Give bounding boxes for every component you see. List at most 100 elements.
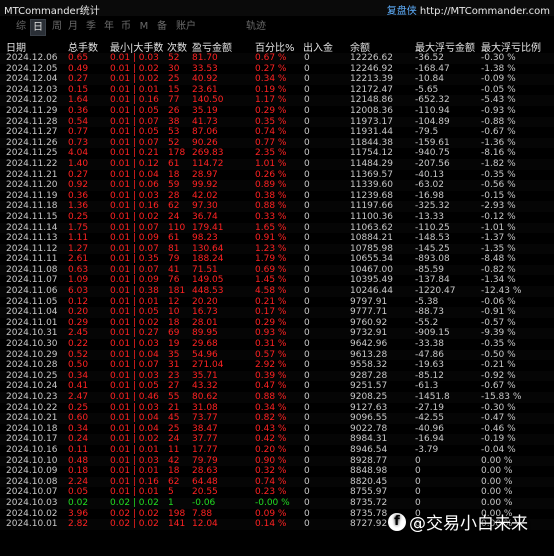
table-row[interactable]: 2024.11.22 1.40 0.01 | 0.12 61 114.72 1.01 % 0… <box>0 158 554 170</box>
table-row[interactable]: 2024.12.05 0.49 0.01 | 0.02 30 33.53 0.27 % 0 1… <box>0 64 554 75</box>
cell-lots: 0.73 <box>68 137 89 148</box>
table-row[interactable]: 2024.12.03 0.15 0.01 | 0.01 15 23.61 0.19 % 0 1… <box>0 85 554 96</box>
tab-trajectory[interactable]: 轨迹 <box>244 19 268 34</box>
table-row[interactable]: 2024.11.27 0.77 0.01 | 0.05 53 87.06 0.74 % 0 1… <box>0 127 554 138</box>
table-row[interactable]: 2024.11.20 0.92 0.01 | 0.06 59 99.92 0.89 % 0 1… <box>0 180 554 191</box>
cell-mm: 0.01 | 0.02 <box>110 317 159 328</box>
cell-cnt: 10 <box>168 307 180 318</box>
cell-cnt: 5 <box>168 487 174 498</box>
cell-pl: 12.04 <box>192 519 218 530</box>
col-date[interactable]: 日期 <box>6 39 26 54</box>
table-row[interactable]: 2024.11.21 0.27 0.01 | 0.04 18 28.97 0.26 % 0 1… <box>0 170 554 181</box>
table-row[interactable]: 2024.10.08 2.24 0.01 | 0.16 62 64.48 0.74 % 0 8… <box>0 476 554 488</box>
brand-link[interactable]: 复盘侠 http://MTCommander.com <box>387 2 550 17</box>
col-min-max-lots[interactable]: 最小|大手数 <box>110 39 163 54</box>
table-row[interactable]: 2024.10.28 0.50 0.01 | 0.07 31 271.04 2.92 % 0… <box>0 360 554 371</box>
cell-pct: 0.20 % <box>255 444 287 455</box>
cell-dep: 0 <box>304 243 310 254</box>
table-row[interactable]: 2024.10.18 0.34 0.01 | 0.04 25 38.47 0.43 % 0 9… <box>0 424 554 435</box>
table-row[interactable]: 2024.11.13 1.11 0.01 | 0.09 61 98.23 0.91 % 0 1… <box>0 233 554 244</box>
table-row[interactable]: 2024.10.24 0.41 0.01 | 0.05 27 43.32 0.47 % 0 9… <box>0 381 554 392</box>
table-row[interactable]: 2024.10.10 0.48 0.01 | 0.03 42 79.79 0.90 % 0 8… <box>0 455 554 467</box>
cell-dep: 0 <box>304 296 310 307</box>
table-row[interactable]: 2024.10.03 0.02 0.02 | 0.02 1 -0.06 -0.00 % 0 8… <box>0 497 554 509</box>
table-row[interactable]: 2024.11.07 1.09 0.01 | 0.09 76 149.05 1.45 % 0… <box>0 275 554 286</box>
cell-lots: 0.02 <box>68 497 89 508</box>
cell-pct: 0.42 % <box>255 434 287 445</box>
cell-date: 2024.12.06 <box>6 53 58 63</box>
cell-dep: 0 <box>304 328 310 339</box>
table-row[interactable]: 2024.10.09 0.18 0.01 | 0.01 18 28.63 0.32 % 0 8… <box>0 466 554 477</box>
col-count[interactable]: 次数 <box>167 39 187 54</box>
tab-monthly[interactable]: 月 <box>66 19 80 34</box>
tab-account[interactable]: 账户 <box>174 19 198 34</box>
cell-dep: 0 <box>304 105 310 116</box>
cell-lots: 1.75 <box>68 222 89 233</box>
cell-date: 2024.11.26 <box>6 137 58 148</box>
cell-pl: 271.04 <box>192 360 224 371</box>
table-row[interactable]: 2024.10.22 0.25 0.01 | 0.03 21 31.08 0.34 % 0 9… <box>0 403 554 414</box>
cell-dep: 0 <box>304 508 310 519</box>
cell-date: 2024.11.20 <box>6 180 58 191</box>
table-row[interactable]: 2024.11.29 0.36 0.01 | 0.05 26 35.19 0.29 % 0 1… <box>0 106 554 117</box>
tab-yearly[interactable]: 年 <box>102 19 116 34</box>
tab-daily[interactable]: 日 <box>30 19 46 36</box>
cell-pct: 0.26 % <box>255 169 287 180</box>
table-row[interactable]: 2024.11.04 0.20 0.01 | 0.05 10 16.73 0.17 % 0 9… <box>0 307 554 318</box>
tab-quarterly[interactable]: 季 <box>84 19 98 34</box>
cell-mm: 0.01 | 0.03 <box>110 339 159 350</box>
cell-pct: 0.93 % <box>255 328 287 339</box>
cell-pct: 0.88 % <box>255 201 287 212</box>
table-row[interactable]: 2024.10.16 0.11 0.01 | 0.01 11 17.77 0.20 % 0 8… <box>0 445 554 456</box>
table-row[interactable]: 2024.11.25 4.04 0.01 | 0.21 178 269.83 2.35 %… <box>0 148 554 159</box>
table-row[interactable]: 2024.11.08 0.63 0.01 | 0.07 41 71.51 0.69 % 0 1… <box>0 264 554 276</box>
cell-date: 2024.11.18 <box>6 201 58 212</box>
table-row[interactable]: 2024.11.01 0.29 0.01 | 0.02 18 28.01 0.29 % 0 9… <box>0 318 554 329</box>
table-row[interactable]: 2024.11.28 0.54 0.01 | 0.07 38 41.73 0.35 % 0 1… <box>0 116 554 128</box>
table-row[interactable]: 2024.11.15 0.25 0.01 | 0.02 24 36.74 0.33 % 0 1… <box>0 212 554 223</box>
table-row[interactable]: 2024.10.21 0.60 0.01 | 0.04 45 73.77 0.82 % 0 9… <box>0 413 554 424</box>
cell-cnt: 11 <box>168 444 180 455</box>
table-row[interactable]: 2024.11.26 0.73 0.01 | 0.07 52 90.26 0.77 % 0 1… <box>0 137 554 149</box>
table-row[interactable]: 2024.10.31 2.45 0.01 | 0.27 69 89.95 0.93 % 0 9… <box>0 328 554 340</box>
table-row[interactable]: 2024.10.25 0.34 0.01 | 0.03 23 35.71 0.39 % 0 9… <box>0 370 554 382</box>
brand-prefix[interactable]: 复盘侠 <box>387 6 417 17</box>
brand-url[interactable]: http://MTCommander.com <box>420 6 550 17</box>
cell-date: 2024.11.21 <box>6 169 58 180</box>
col-max-float-loss[interactable]: 最大浮亏金额 <box>415 39 475 54</box>
cell-lots: 0.25 <box>68 211 89 222</box>
cell-mm: 0.01 | 0.05 <box>110 381 159 392</box>
cell-date: 2024.10.23 <box>6 392 58 402</box>
table-row[interactable]: 2024.11.06 6.03 0.01 | 0.38 181 448.53 4.58 %… <box>0 286 554 297</box>
table-row[interactable]: 2024.12.02 1.64 0.01 | 0.16 77 140.50 1.17 % 0… <box>0 95 554 106</box>
table-row[interactable]: 2024.10.29 0.52 0.01 | 0.04 35 54.96 0.57 % 0 9… <box>0 349 554 361</box>
table-row[interactable]: 2024.10.23 2.47 0.01 | 0.46 55 80.62 0.88 % 0 9… <box>0 392 554 403</box>
table-row[interactable]: 2024.12.06 0.65 0.01 | 0.03 52 81.70 0.67 % 0 1… <box>0 53 554 64</box>
tab-overview[interactable]: 综 <box>14 19 28 34</box>
col-percent[interactable]: 百分比% <box>255 39 295 54</box>
tab-currency[interactable]: 币 <box>119 19 133 34</box>
col-max-float-pct[interactable]: 最大浮亏比例 <box>481 39 541 54</box>
col-profit-loss[interactable]: 盈亏金额 <box>192 39 232 54</box>
col-balance[interactable]: 余额 <box>350 39 370 54</box>
col-deposit[interactable]: 出入金 <box>303 39 333 54</box>
tab-magic[interactable]: M <box>137 19 151 34</box>
table-row[interactable]: 2024.10.30 0.22 0.01 | 0.03 19 29.68 0.31 % 0 9… <box>0 339 554 350</box>
table-row[interactable]: 2024.10.17 0.24 0.01 | 0.02 24 37.77 0.42 % 0 8… <box>0 434 554 445</box>
cell-fpct: -1.01 % <box>481 222 516 233</box>
cell-dep: 0 <box>304 74 310 85</box>
table-row[interactable]: 2024.11.19 0.36 0.01 | 0.03 28 42.02 0.38 % 0 1… <box>0 191 554 202</box>
table-row[interactable]: 2024.11.18 1.36 0.01 | 0.16 62 97.30 0.88 % 0 1… <box>0 201 554 212</box>
cell-cnt: 26 <box>168 105 180 116</box>
table-row[interactable]: 2024.11.11 2.61 0.01 | 0.35 79 188.24 1.79 % 0… <box>0 254 554 265</box>
col-total-lots[interactable]: 总手数 <box>68 39 98 54</box>
tab-notes[interactable]: 备 <box>155 19 169 34</box>
table-row[interactable]: 2024.11.12 1.27 0.01 | 0.07 81 130.64 1.23 % 0… <box>0 243 554 255</box>
tab-weekly[interactable]: 周 <box>50 19 64 34</box>
table-row[interactable]: 2024.12.04 0.27 0.01 | 0.02 25 40.92 0.34 % 0 1… <box>0 74 554 85</box>
table-row[interactable]: 2024.11.05 0.12 0.01 | 0.01 12 20.20 0.21 % 0 9… <box>0 297 554 308</box>
table-row[interactable]: 2024.11.14 1.75 0.01 | 0.07 110 179.41 1.65 %… <box>0 222 554 234</box>
table-row[interactable]: 2024.10.07 0.05 0.01 | 0.01 5 20.55 0.23 % 0 87… <box>0 487 554 498</box>
cell-flt: -40.96 <box>415 423 445 434</box>
cell-bal: 11339.60 <box>350 180 393 191</box>
